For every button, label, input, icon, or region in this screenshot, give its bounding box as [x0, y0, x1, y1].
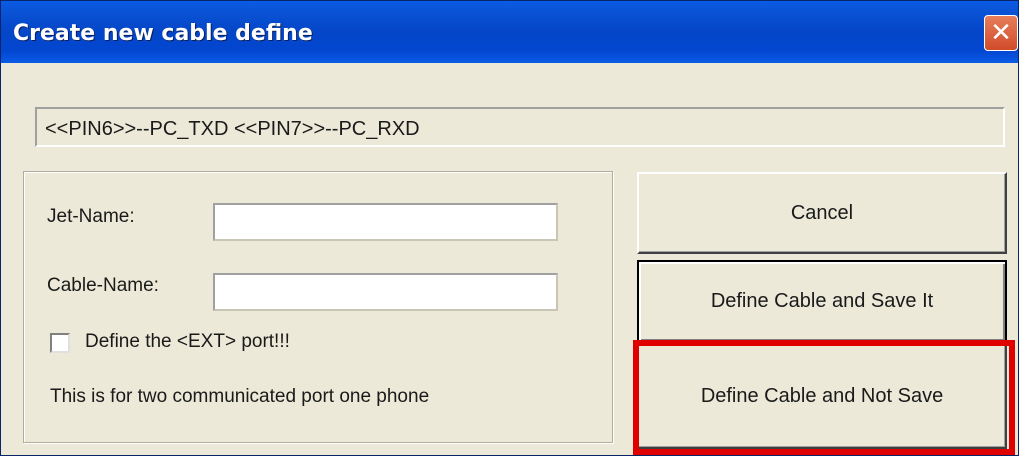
jet-name-input[interactable]	[213, 203, 558, 241]
title-bar[interactable]: Create new cable define ✕	[1, 1, 1018, 63]
dialog-body: <<PIN6>>--PC_TXD <<PIN7>>--PC_RXD Jet-Na…	[1, 63, 1018, 455]
cable-name-label: Cable-Name:	[47, 275, 159, 296]
close-button[interactable]: ✕	[984, 15, 1018, 51]
pin-mapping-display: <<PIN6>>--PC_TXD <<PIN7>>--PC_RXD	[35, 107, 1005, 147]
jet-name-label: Jet-Name:	[47, 206, 135, 227]
cable-name-input[interactable]	[213, 273, 558, 311]
close-icon: ✕	[990, 18, 1012, 48]
info-text: This is for two communicated port one ph…	[50, 386, 430, 407]
ext-port-checkbox-label[interactable]: Define the <EXT> port!!!	[85, 331, 290, 353]
define-not-save-button[interactable]: Define Cable and Not Save	[637, 343, 1007, 449]
cancel-button[interactable]: Cancel	[637, 172, 1007, 254]
ext-port-checkbox[interactable]	[50, 333, 70, 353]
define-save-button[interactable]: Define Cable and Save It	[637, 260, 1007, 343]
create-cable-dialog: Create new cable define ✕ <<PIN6>>--PC_T…	[0, 0, 1019, 456]
window-title: Create new cable define	[13, 21, 313, 46]
